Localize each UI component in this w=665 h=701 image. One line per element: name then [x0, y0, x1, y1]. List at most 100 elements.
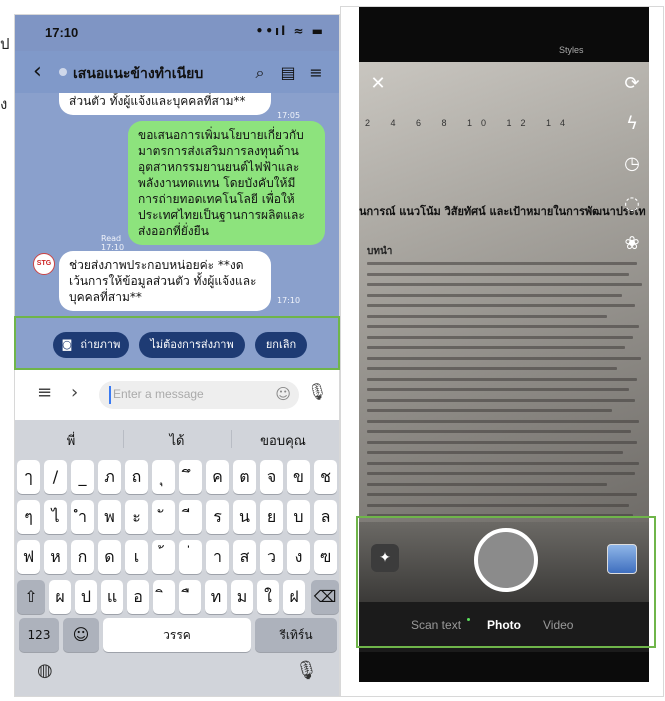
keyboard-key[interactable]: ฟ — [17, 540, 40, 574]
live-photo-icon[interactable]: ◌ — [621, 193, 643, 214]
keyboard-key[interactable]: ไ — [44, 500, 67, 534]
document-text-line — [367, 430, 631, 433]
keyboard-key[interactable]: า — [206, 540, 229, 574]
no-photo-button[interactable]: ไม่ต้องการส่งภาพ — [139, 332, 245, 358]
keyboard-key[interactable]: ี — [179, 500, 202, 534]
emoji-key[interactable]: ☺ — [63, 618, 99, 652]
document-text-line — [367, 493, 637, 496]
document-title: นการณ์ แนวโน้ม วิสัยทัศน์ และเป้าหมายในก… — [359, 205, 646, 218]
close-icon[interactable]: ✕ — [367, 73, 389, 94]
suggestion-item[interactable]: พี่ — [21, 430, 121, 451]
menu-icon[interactable]: ≡ — [37, 382, 52, 403]
keyboard-key[interactable]: ข — [287, 460, 310, 494]
document-text-line — [367, 409, 612, 412]
keyboard-key[interactable]: ำ — [71, 500, 94, 534]
timer-icon[interactable]: ◷ — [621, 153, 643, 174]
gallery-thumbnail[interactable] — [607, 544, 637, 574]
return-key[interactable]: รีเทิร์น — [255, 618, 337, 652]
keyboard-key[interactable]: ล — [314, 500, 337, 534]
document-text-line — [367, 367, 617, 370]
keyboard-key[interactable]: ึ — [179, 460, 202, 494]
suggestion-bar: พี่ ได้ ขอบคุณ — [15, 420, 339, 456]
document-text-line — [367, 356, 641, 360]
menu-icon[interactable]: ≡ — [307, 63, 325, 82]
shift-key[interactable]: ⇧ — [17, 580, 45, 614]
keyboard-key[interactable]: ก — [71, 540, 94, 574]
flash-icon[interactable]: ϟ — [621, 113, 643, 134]
microphone-icon[interactable]: 🎙 — [307, 382, 327, 401]
keyboard-key[interactable]: ต — [233, 460, 256, 494]
message-input[interactable]: Enter a message ☺ — [99, 381, 299, 409]
keyboard-key[interactable]: ม — [231, 580, 253, 614]
keyboard-key[interactable]: _ — [71, 460, 94, 494]
keyboard-key[interactable]: แ — [101, 580, 123, 614]
mode-indicator-dot — [467, 618, 470, 621]
keyboard-key[interactable]: ่ — [179, 540, 202, 574]
keyboard-key[interactable]: ถ — [125, 460, 148, 494]
delete-key[interactable]: ⌫ — [311, 580, 339, 614]
keyboard-key[interactable]: เ — [125, 540, 148, 574]
search-icon[interactable]: ⌕ — [251, 63, 269, 83]
keyboard-key[interactable]: อ — [127, 580, 149, 614]
keyboard-key[interactable]: ผ — [49, 580, 71, 614]
keyboard-key[interactable]: ง — [287, 540, 310, 574]
keyboard-key[interactable]: ิ — [153, 580, 175, 614]
bot-avatar[interactable]: STG — [33, 253, 55, 275]
keyboard-key[interactable]: น — [233, 500, 256, 534]
keyboard-key[interactable]: ท — [205, 580, 227, 614]
keyboard-key[interactable]: ว — [260, 540, 283, 574]
sparkle-icon[interactable]: ✦ — [371, 544, 399, 572]
chat-avatar — [59, 68, 67, 76]
keyboard-key[interactable]: ส — [233, 540, 256, 574]
keyboard-key[interactable]: พ — [98, 500, 121, 534]
keyboard-key[interactable]: ย — [260, 500, 283, 534]
keyboard-key[interactable]: จ — [260, 460, 283, 494]
keyboard-key[interactable]: ป — [75, 580, 97, 614]
keyboard-key[interactable]: ค — [206, 460, 229, 494]
keyboard-key[interactable]: ๆ — [17, 500, 40, 534]
keyboard-key[interactable]: ห — [44, 540, 67, 574]
notes-icon[interactable]: ▤ — [279, 63, 297, 82]
globe-icon[interactable]: ◍ — [37, 660, 53, 681]
back-icon[interactable]: ‹ — [33, 59, 42, 84]
filter-icon[interactable]: ❀ — [621, 233, 643, 254]
message-text: ช่วยส่งภาพประกอบหน่อยค่ะ **งดเว้นการให้ข… — [69, 258, 257, 304]
emoji-icon[interactable]: ☺ — [275, 385, 291, 403]
space-key[interactable]: วรรค — [103, 618, 251, 652]
status-bar: 17:10 ••ıl ≈ ▬ — [15, 15, 339, 51]
chat-messages[interactable]: ส่วนตัว ทั้งผู้แจ้งและบุคคลที่สาม** 17:0… — [15, 93, 339, 318]
keyboard-key[interactable]: ร — [206, 500, 229, 534]
keyboard-key[interactable]: บ — [287, 500, 310, 534]
keyboard-key[interactable]: / — [44, 460, 67, 494]
keyboard-key[interactable]: ะ — [125, 500, 148, 534]
keyboard-key[interactable]: ั — [152, 500, 175, 534]
switch-camera-icon[interactable]: ⟳ — [621, 73, 643, 94]
keyboard-key[interactable]: ใ — [257, 580, 279, 614]
mode-scan-text[interactable]: Scan text — [411, 618, 461, 632]
numbers-key[interactable]: 123 — [19, 618, 59, 652]
quick-reply-bar: ◙ ถ่ายภาพ ไม่ต้องการส่งภาพ ยกเลิก — [15, 318, 339, 370]
dictation-mic-icon[interactable]: 🎙 — [295, 660, 318, 681]
document-text-line — [367, 377, 637, 381]
suggestion-item[interactable]: ได้ — [127, 430, 227, 451]
suggestion-item[interactable]: ขอบคุณ — [233, 430, 333, 451]
cancel-button[interactable]: ยกเลิก — [255, 332, 307, 358]
keyboard-key[interactable]: ช — [314, 460, 337, 494]
mode-photo[interactable]: Photo — [487, 618, 521, 632]
keyboard-key[interactable]: ฃ — [314, 540, 337, 574]
keyboard-key[interactable]: ฝ — [283, 580, 305, 614]
keyboard-key[interactable]: ๅ — [17, 460, 40, 494]
take-photo-button[interactable]: ◙ ถ่ายภาพ — [53, 332, 129, 358]
document-ruler: 2 4 6 8 10 12 14 — [365, 118, 575, 128]
keyboard-key[interactable]: ภ — [98, 460, 121, 494]
chevron-right-icon[interactable]: › — [71, 382, 78, 403]
keyboard-key[interactable]: ื — [179, 580, 201, 614]
keyboard-key[interactable]: ้ — [152, 540, 175, 574]
shutter-button[interactable] — [474, 528, 538, 592]
camera-viewfinder[interactable]: 2 4 6 8 10 12 14 นการณ์ แนวโน้ม วิสัยทัศ… — [359, 62, 649, 522]
keyboard-key[interactable]: ด — [98, 540, 121, 574]
mode-video[interactable]: Video — [543, 618, 573, 632]
message-time: 17:10 — [277, 296, 301, 305]
keyboard-key[interactable]: ุ — [152, 460, 175, 494]
message-bubble-user: ขอเสนอการเพิ่มนโยบายเกี่ยวกับมาตรการส่งเ… — [128, 121, 325, 245]
